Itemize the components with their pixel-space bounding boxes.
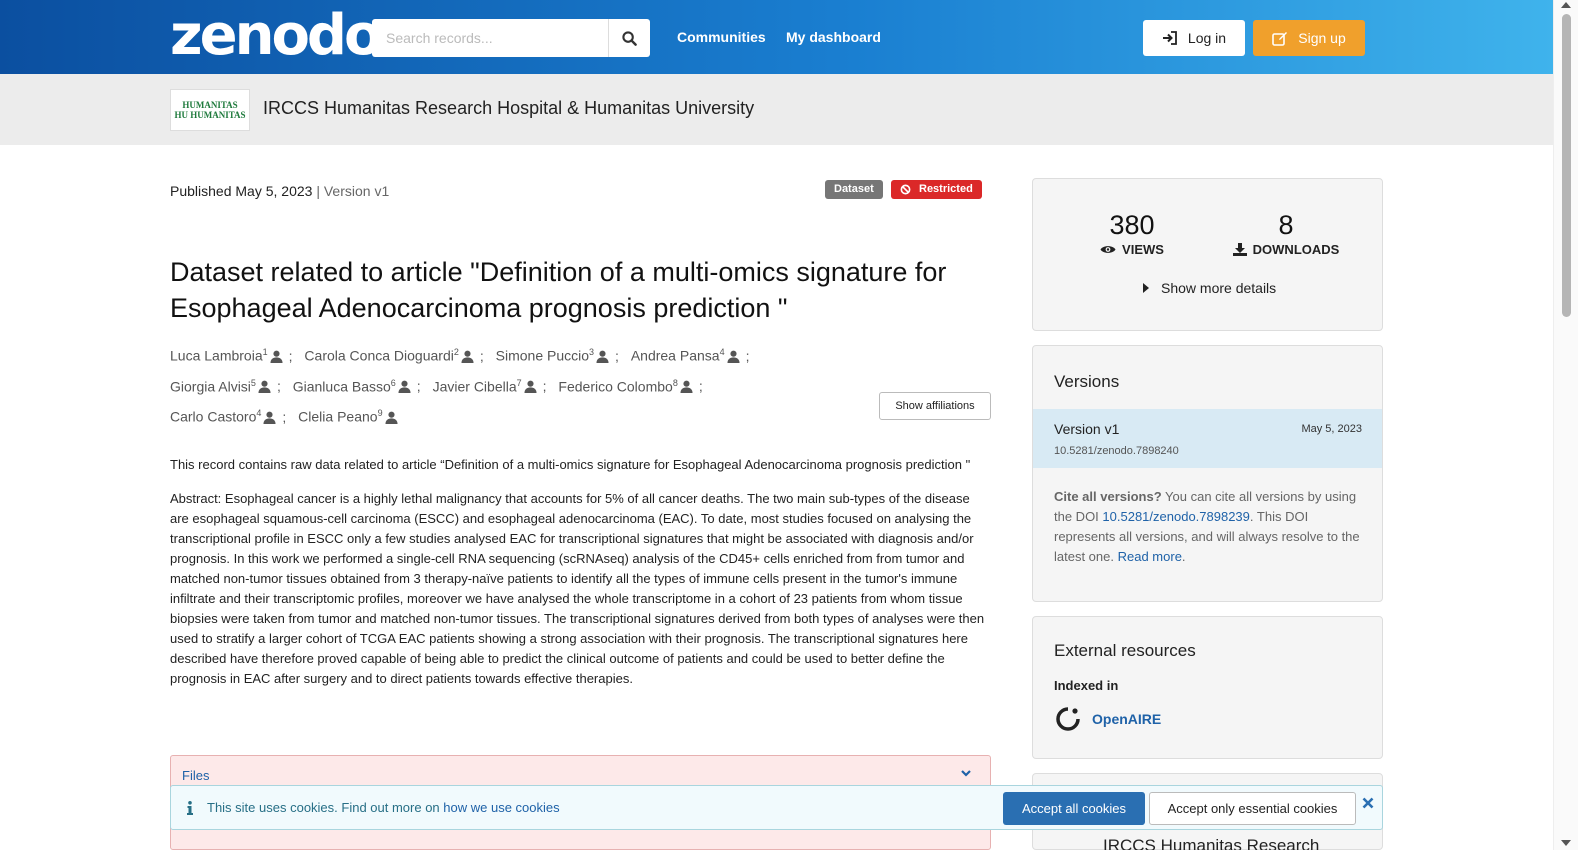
show-more-details-toggle[interactable]: Show more details <box>1143 280 1276 296</box>
page-scrollbar[interactable] <box>1553 0 1578 850</box>
record-description: This record contains raw data related to… <box>170 455 990 703</box>
community-header: HUMANITAS HU HUMANITAS IRCCS Humanitas R… <box>0 74 1553 145</box>
version-date: May 5, 2023 <box>1301 423 1362 435</box>
author-item[interactable]: Simone Puccio3 <box>496 339 609 370</box>
person-icon <box>524 380 537 394</box>
openaire-icon <box>1056 707 1080 731</box>
login-label: Log in <box>1187 30 1227 46</box>
indexed-in-label: Indexed in <box>1054 678 1119 693</box>
signup-button[interactable]: Sign up <box>1253 20 1365 56</box>
accept-essential-cookies-button[interactable]: Accept only essential cookies <box>1149 792 1356 825</box>
search-button[interactable] <box>609 19 650 57</box>
published-date: Published May 5, 2023 <box>170 183 313 199</box>
version-doi: 10.5281/zenodo.7898240 <box>1054 445 1179 457</box>
version-item[interactable]: Version v1 May 5, 2023 10.5281/zenodo.78… <box>1033 409 1382 468</box>
views-stat: 380 VIEWS <box>1097 210 1167 257</box>
caret-right-icon <box>1143 283 1149 293</box>
login-button[interactable]: Log in <box>1143 20 1245 56</box>
views-count: 380 <box>1109 210 1155 240</box>
cookie-message: This site uses cookies. Find out more on <box>207 800 444 815</box>
community-name[interactable]: IRCCS Humanitas Research Hospital & Huma… <box>263 98 754 119</box>
external-resources-title: External resources <box>1054 641 1196 660</box>
description-intro: This record contains raw data related to… <box>170 457 971 472</box>
external-resources-card: External resources Indexed in OpenAIRE <box>1032 616 1383 759</box>
views-label: VIEWS <box>1122 242 1164 257</box>
record-title: Dataset related to article "Definition o… <box>170 257 947 323</box>
cookie-banner: This site uses cookies. Find out more on… <box>170 785 1383 830</box>
accept-all-cookies-button[interactable]: Accept all cookies <box>1003 792 1145 825</box>
read-more-link[interactable]: Read more <box>1118 549 1182 564</box>
description-abstract: Abstract: Esophageal cancer is a highly … <box>170 491 985 686</box>
close-icon[interactable] <box>1362 797 1374 809</box>
person-icon <box>398 380 411 394</box>
edit-icon <box>1272 31 1288 46</box>
ban-icon <box>900 184 911 195</box>
downloads-count: 8 <box>1278 210 1294 240</box>
search-bar <box>372 19 650 57</box>
person-icon <box>263 411 276 424</box>
stats-card: 380 VIEWS 8 DOWNLOADS Show more details <box>1032 178 1383 331</box>
downloads-stat: 8 DOWNLOADS <box>1227 210 1345 257</box>
author-item[interactable]: Carola Conca Dioguardi2 <box>304 339 474 370</box>
files-label: Files <box>182 768 210 783</box>
person-icon <box>385 411 398 424</box>
show-affiliations-button[interactable]: Show affiliations <box>879 392 991 420</box>
versions-card: Versions Version v1 May 5, 2023 10.5281/… <box>1032 345 1383 602</box>
author-item[interactable]: Federico Colombo8 <box>558 370 693 401</box>
version-label: Version v1 <box>323 183 390 199</box>
login-icon <box>1162 31 1177 45</box>
scroll-thumb[interactable] <box>1562 14 1571 317</box>
author-item[interactable]: Gianluca Basso6 <box>293 370 411 401</box>
publication-info: Published May 5, 2023 | Version v1 <box>170 183 390 199</box>
openaire-link[interactable]: OpenAIRE <box>1054 705 1161 733</box>
author-item[interactable]: Luca Lambroia1 <box>170 339 283 370</box>
community-card-title[interactable]: IRCCS Humanitas Research <box>1103 836 1319 850</box>
zenodo-logo[interactable]: zenodo <box>170 4 382 68</box>
author-list: Luca Lambroia1; Carola Conca Dioguardi2;… <box>170 339 870 431</box>
author-item[interactable]: Javier Cibella7 <box>433 370 537 401</box>
author-item[interactable]: Carlo Castoro4 <box>170 400 276 431</box>
chevron-down-icon[interactable] <box>960 768 972 778</box>
resource-type-badge: Dataset <box>825 180 883 199</box>
access-badge: Restricted <box>891 180 982 199</box>
version-name: Version v1 <box>1054 421 1120 437</box>
eye-icon <box>1100 246 1116 253</box>
scroll-down-arrow[interactable] <box>1561 840 1571 846</box>
person-icon <box>680 380 693 394</box>
cite-all-versions: Cite all versions? You can cite all vers… <box>1054 489 1360 564</box>
nav-my-dashboard[interactable]: My dashboard <box>786 29 881 45</box>
person-icon <box>461 350 474 363</box>
search-icon <box>622 30 637 46</box>
top-navbar: zenodo Communities My dashboard Log in S… <box>0 0 1553 74</box>
info-icon <box>187 800 193 815</box>
person-icon <box>727 350 740 363</box>
person-icon <box>596 350 609 363</box>
scroll-up-arrow[interactable] <box>1561 2 1571 8</box>
download-icon <box>1232 243 1247 256</box>
author-item[interactable]: Andrea Pansa4 <box>631 339 740 370</box>
downloads-label: DOWNLOADS <box>1252 242 1340 257</box>
nav-communities[interactable]: Communities <box>677 29 766 45</box>
concept-doi-link[interactable]: 10.5281/zenodo.7898239 <box>1102 509 1249 524</box>
person-icon <box>270 350 283 363</box>
cookie-policy-link[interactable]: how we use cookies <box>443 800 559 815</box>
community-logo[interactable]: HUMANITAS HU HUMANITAS <box>170 89 250 131</box>
versions-title: Versions <box>1054 372 1120 391</box>
person-icon <box>258 380 271 394</box>
search-input[interactable] <box>372 19 609 57</box>
author-item[interactable]: Clelia Peano9 <box>298 400 398 431</box>
author-item[interactable]: Giorgia Alvisi5 <box>170 370 271 401</box>
signup-label: Sign up <box>1298 30 1346 46</box>
